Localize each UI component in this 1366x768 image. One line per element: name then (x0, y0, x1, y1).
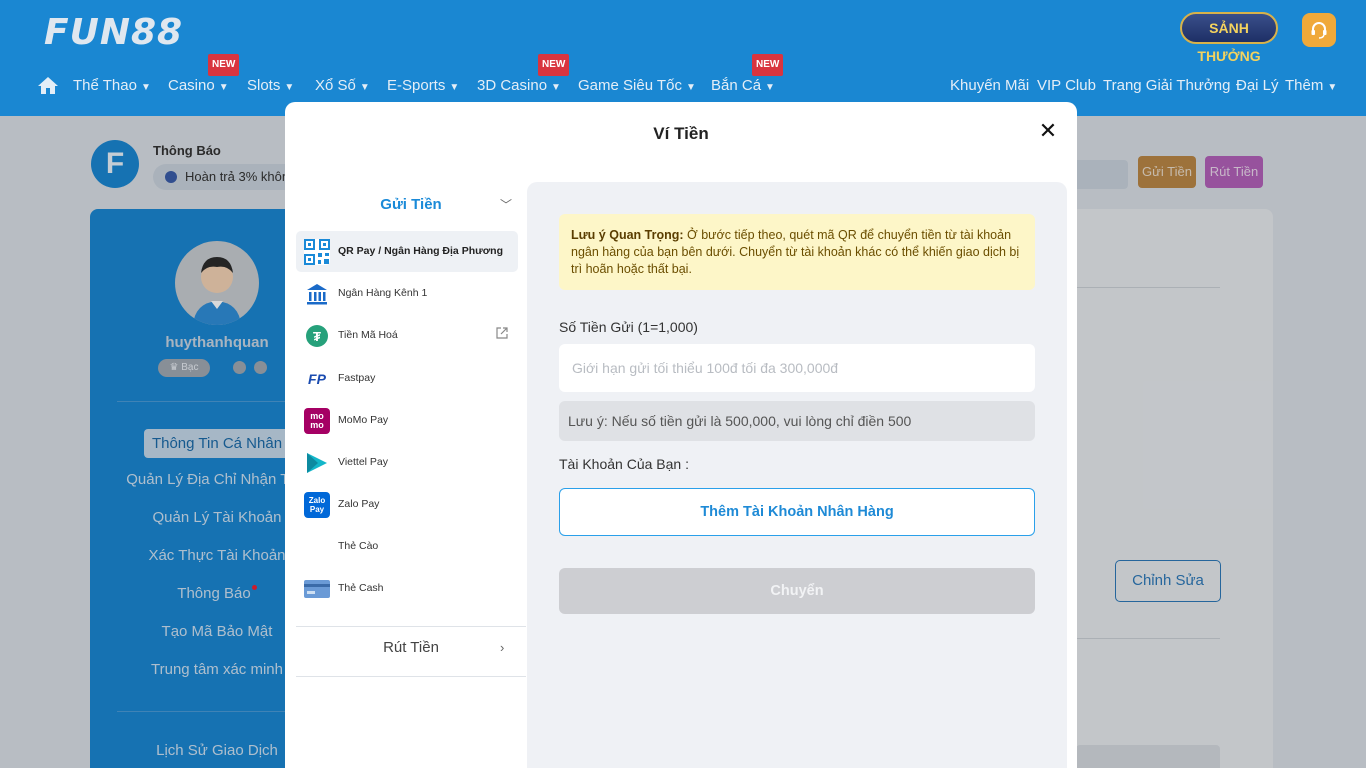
method-zalo-pay[interactable]: Zalo Pay Zalo Pay (296, 484, 518, 525)
nav-ban-ca[interactable]: NEW Bắn Cá ▼ (711, 54, 784, 98)
viettel-pay-icon (304, 450, 330, 476)
chevron-down-icon: ▼ (449, 82, 460, 93)
card-icon (304, 576, 330, 602)
method-scratch-card[interactable]: Thẻ Cào (296, 526, 518, 567)
nav-khuyen-mai[interactable]: Khuyến Mãi (950, 76, 1029, 96)
modal-title: Ví Tiền (653, 124, 709, 143)
nav-casino[interactable]: NEW Casino ▼ (168, 54, 240, 98)
nav-trang-giai-thuong[interactable]: Trang Giải Thưởng (1103, 76, 1230, 96)
amount-hint: Lưu ý: Nếu số tiền gửi là 500,000, vui l… (559, 401, 1035, 441)
nav-3d-casino[interactable]: NEW 3D Casino ▼ (477, 54, 570, 98)
chevron-down-icon: ▼ (140, 82, 151, 93)
nav-them[interactable]: Thêm ▼ (1285, 76, 1337, 98)
withdraw-section-header[interactable]: Rút Tiền › (295, 639, 527, 663)
deposit-panel: Lưu ý Quan Trọng: Ở bước tiếp theo, quét… (527, 182, 1067, 768)
nav-dai-ly[interactable]: Đại Lý (1236, 76, 1279, 96)
nav-slots[interactable]: Slots ▼ (247, 76, 294, 98)
qr-code-icon (304, 239, 330, 265)
chevron-down-icon: ▼ (685, 82, 696, 93)
momo-icon: mo mo (304, 408, 330, 434)
method-cash-card[interactable]: Thẻ Cash (296, 568, 518, 609)
transfer-button[interactable]: Chuyển (559, 568, 1035, 614)
chevron-right-icon: › (500, 640, 505, 655)
new-badge: NEW (752, 54, 784, 76)
divider (296, 676, 526, 677)
bank-icon (304, 281, 330, 307)
fun88-logo[interactable]: FUN88 (44, 12, 183, 53)
zalo-pay-icon: Zalo Pay (304, 492, 330, 518)
method-viettel-pay[interactable]: Viettel Pay (296, 442, 518, 483)
new-badge: NEW (208, 54, 240, 76)
nav-vip-club[interactable]: VIP Club (1037, 76, 1096, 96)
chevron-down-icon: ▼ (218, 82, 229, 93)
chevron-down-icon: ﹀ (500, 198, 513, 212)
support-button[interactable] (1302, 13, 1336, 47)
nav-the-thao[interactable]: Thể Thao ▼ (73, 76, 151, 98)
chevron-down-icon: ▼ (1327, 82, 1338, 93)
amount-label: Số Tiền Gửi (1=1,000) (559, 319, 698, 335)
divider (296, 626, 526, 627)
chevron-down-icon: ▼ (359, 82, 370, 93)
close-icon[interactable]: ✕ (1037, 120, 1059, 142)
new-badge: NEW (538, 54, 570, 76)
add-bank-account-button[interactable]: Thêm Tài Khoản Nhân Hàng (559, 488, 1035, 536)
important-notice: Lưu ý Quan Trọng: Ở bước tiếp theo, quét… (559, 214, 1035, 290)
method-momo[interactable]: mo mo MoMo Pay (296, 400, 518, 441)
home-icon[interactable] (37, 75, 59, 101)
chevron-down-icon: ▼ (284, 82, 295, 93)
top-header: FUN88 SẢNH THƯỞNG Thể Thao ▼ NEW Casino ▼ S… (0, 0, 1366, 116)
method-bank-channel-1[interactable]: Ngân Hàng Kênh 1 (296, 273, 518, 314)
method-qr-pay[interactable]: QR Pay / Ngân Hàng Địa Phương (296, 231, 518, 272)
account-label: Tài Khoản Của Bạn : (559, 456, 689, 472)
amount-input[interactable] (559, 344, 1035, 392)
chevron-down-icon: ▼ (551, 82, 561, 93)
main-nav: Thể Thao ▼ NEW Casino ▼ Slots ▼ Xổ Số ▼ E-Spo… (0, 54, 1366, 101)
fastpay-icon: FP (304, 366, 330, 392)
nav-xo-so[interactable]: Xổ Số ▼ (315, 76, 370, 98)
nav-esports[interactable]: E-Sports ▼ (387, 76, 459, 98)
chevron-down-icon: ▼ (765, 82, 775, 93)
external-link-icon[interactable] (496, 327, 508, 339)
headset-icon (1311, 22, 1327, 39)
tether-icon: ₮ (306, 325, 328, 347)
method-fastpay[interactable]: FP Fastpay (296, 358, 518, 399)
method-crypto[interactable]: ₮ Tiền Mã Hoá (296, 315, 518, 356)
nav-game-sieu-toc[interactable]: Game Siêu Tốc ▼ (578, 76, 696, 98)
deposit-section-header[interactable]: Gửi Tiền ﹀ (295, 196, 519, 218)
sanh-thuong-button[interactable]: SẢNH THƯỞNG (1180, 12, 1278, 64)
wallet-modal: Ví Tiền ✕ Gửi Tiền ﹀ QR Pay / Ngân Hàng … (285, 102, 1077, 768)
